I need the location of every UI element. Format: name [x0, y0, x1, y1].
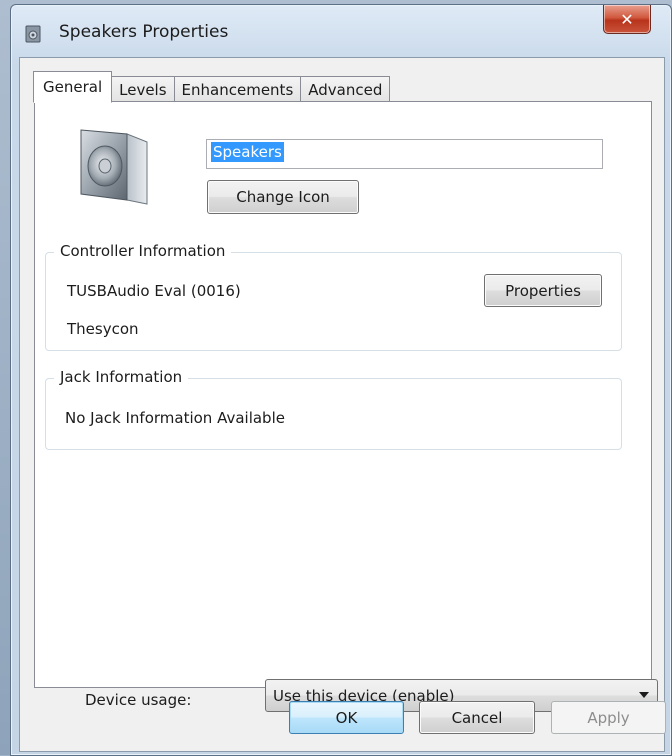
jack-group-label: Jack Information [54, 368, 189, 386]
jack-info-text: No Jack Information Available [65, 409, 285, 427]
jack-information-group: Jack Information No Jack Information Ava… [45, 368, 622, 450]
speakers-properties-dialog: Speakers Properties ✕ General Levels Enh… [10, 4, 672, 756]
general-tab-page: Speakers Change Icon Controller Informat… [34, 101, 658, 712]
controller-properties-button[interactable]: Properties [484, 274, 602, 307]
speaker-device-icon [75, 124, 153, 210]
change-icon-button[interactable]: Change Icon [207, 180, 359, 214]
controller-manufacturer: Thesycon [67, 320, 139, 338]
tab-levels[interactable]: Levels [111, 76, 175, 102]
device-name-selected-text: Speakers [211, 142, 284, 162]
tab-general[interactable]: General [33, 71, 113, 103]
close-icon: ✕ [620, 9, 634, 29]
title-bar[interactable]: Speakers Properties ✕ [11, 5, 671, 57]
apply-button[interactable]: Apply [551, 701, 666, 734]
device-usage-label: Device usage: [85, 691, 192, 709]
close-button[interactable]: ✕ [603, 5, 651, 34]
controller-information-group: Controller Information TUSBAudio Eval (0… [45, 242, 622, 351]
dropdown-arrow-icon[interactable] [639, 692, 649, 698]
tab-strip: General Levels Enhancements Advanced [33, 70, 391, 103]
cancel-button[interactable]: Cancel [419, 701, 535, 734]
device-name-input[interactable]: Speakers [206, 139, 603, 169]
tab-enhancements[interactable]: Enhancements [173, 76, 302, 102]
dialog-client-area: General Levels Enhancements Advanced Spe… [19, 57, 666, 752]
controller-group-label: Controller Information [54, 242, 232, 260]
speaker-title-icon [25, 25, 41, 43]
window-title: Speakers Properties [59, 22, 229, 42]
ok-button[interactable]: OK [289, 701, 404, 734]
controller-name: TUSBAudio Eval (0016) [67, 282, 241, 300]
tab-advanced[interactable]: Advanced [300, 76, 391, 102]
